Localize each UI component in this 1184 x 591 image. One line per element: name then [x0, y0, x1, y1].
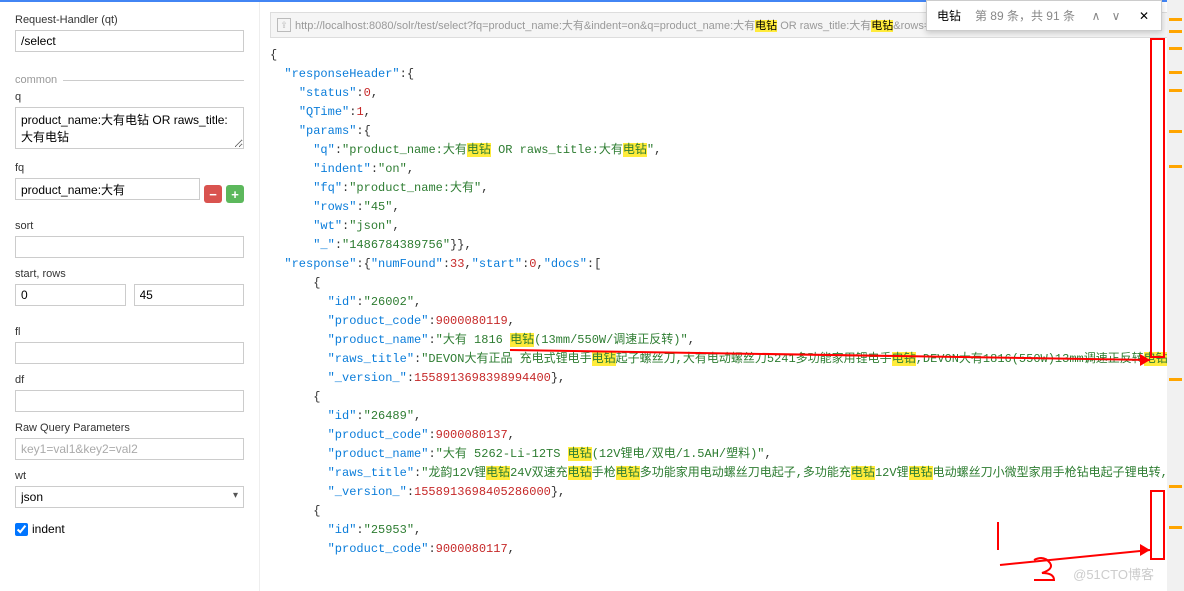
request-handler-input[interactable] [15, 30, 244, 52]
fq-input[interactable] [15, 178, 200, 200]
query-sidebar: Request-Handler (qt) common q product_na… [0, 2, 260, 591]
common-group-label: common [15, 74, 63, 86]
fq-label: fq [15, 162, 244, 174]
find-term: 电钻 [937, 7, 961, 24]
start-rows-label: start, rows [15, 268, 244, 280]
df-label: df [15, 374, 244, 386]
wt-select[interactable]: json [15, 486, 244, 508]
start-input[interactable] [15, 284, 126, 306]
q-label: q [15, 91, 244, 103]
scrollbar[interactable] [1167, 0, 1184, 591]
sort-input[interactable] [15, 236, 244, 258]
link-icon: ⇪ [277, 18, 291, 32]
find-next-button[interactable]: ∨ [1109, 9, 1123, 23]
watermark: @51CTO博客 [1073, 564, 1154, 583]
find-prev-button[interactable]: ∧ [1089, 9, 1103, 23]
wt-label: wt [15, 470, 244, 482]
fl-label: fl [15, 326, 244, 338]
find-count: 第 89 条，共 91 条 [975, 7, 1075, 24]
find-close-button[interactable]: ✕ [1137, 9, 1151, 23]
fl-input[interactable] [15, 342, 244, 364]
indent-label: indent [32, 522, 65, 536]
fq-remove-button[interactable]: − [204, 185, 222, 203]
fq-add-button[interactable]: + [226, 185, 244, 203]
raw-params-input[interactable] [15, 438, 244, 460]
indent-checkbox[interactable] [15, 523, 28, 536]
find-bar: 电钻 第 89 条，共 91 条 ∧ ∨ ✕ [926, 0, 1162, 31]
result-panel: ⇪ http://localhost:8080/solr/test/select… [260, 2, 1184, 591]
sort-label: sort [15, 220, 244, 232]
q-input[interactable]: product_name:大有电钻 OR raws_title:大有电钻 [15, 107, 244, 149]
df-input[interactable] [15, 390, 244, 412]
json-response: { "responseHeader":{ "status":0, "QTime"… [270, 38, 1184, 567]
scrollbar-find-marks [1167, 0, 1184, 591]
rows-input[interactable] [134, 284, 245, 306]
request-handler-label: Request-Handler (qt) [15, 14, 244, 26]
raw-params-label: Raw Query Parameters [15, 422, 244, 434]
url-text: http://localhost:8080/solr/test/select?f… [295, 17, 967, 33]
